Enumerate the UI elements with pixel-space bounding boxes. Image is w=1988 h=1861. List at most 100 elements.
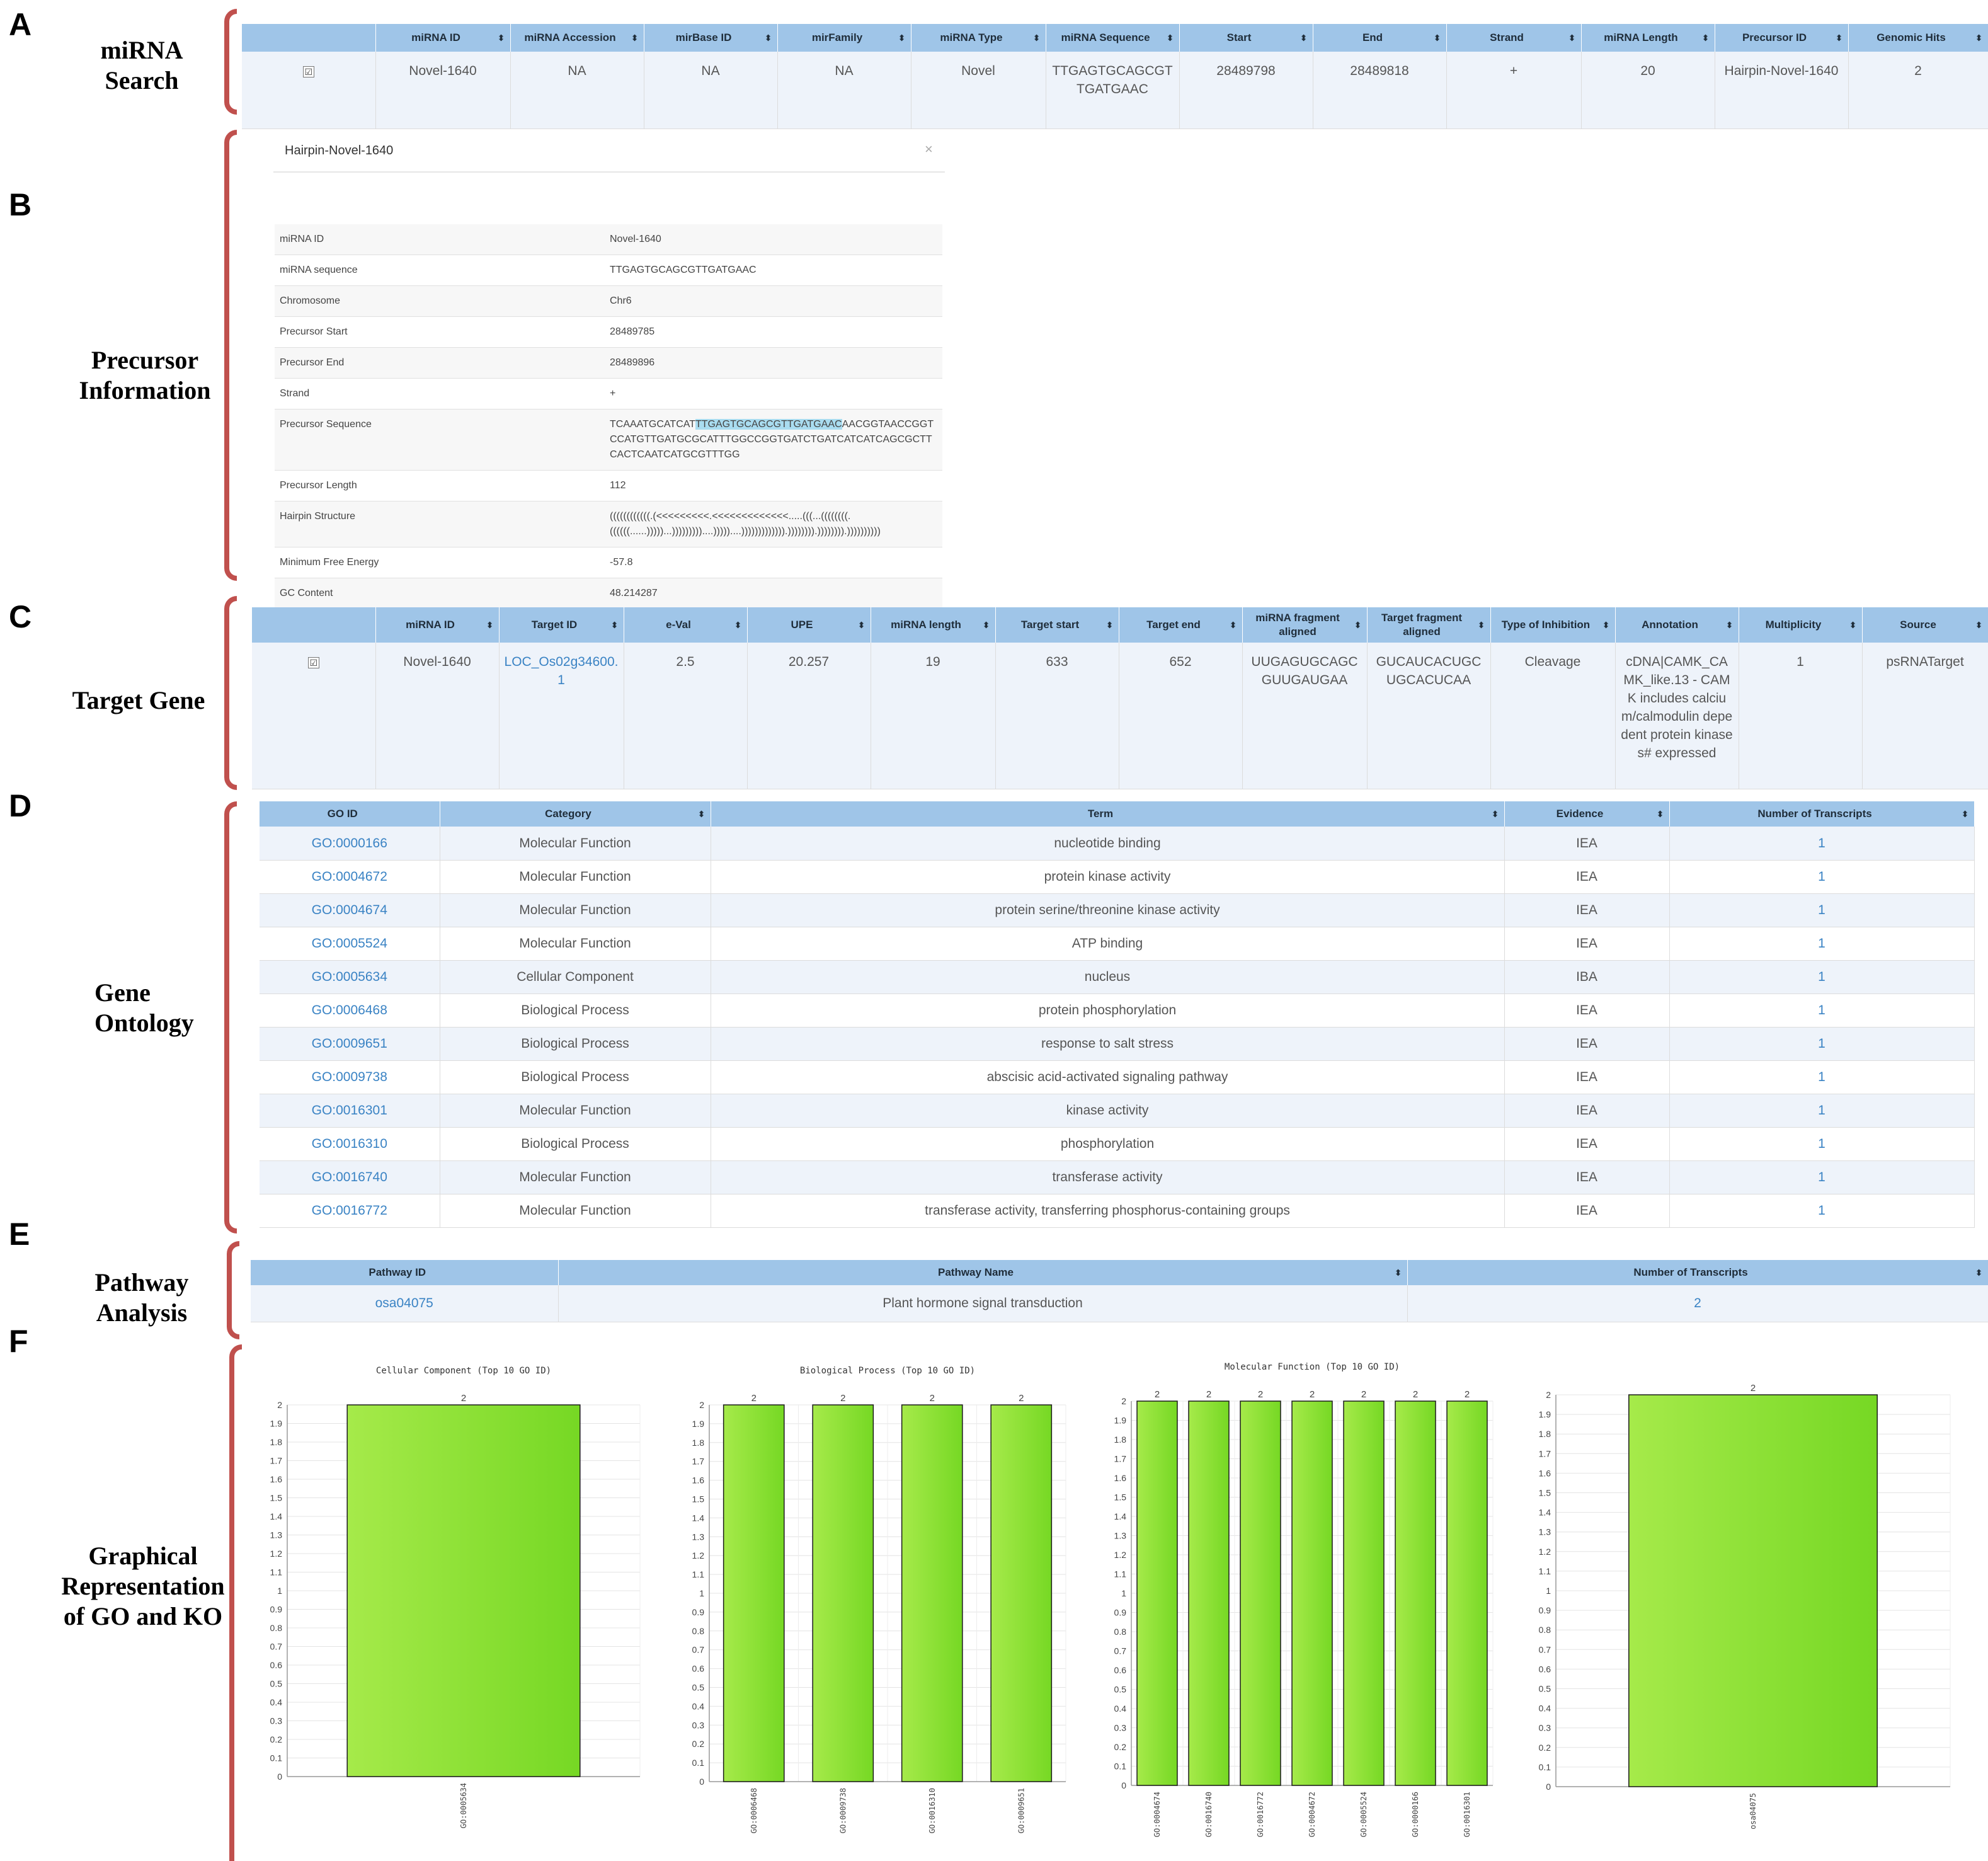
column-header-mirna-length[interactable]: miRNA Length ⬍ (1581, 24, 1715, 52)
table-cell-number-of-transcripts[interactable]: 1 (1669, 1094, 1975, 1128)
column-header-term[interactable]: Term ⬍ (711, 801, 1505, 827)
sort-icon[interactable]: ⬍ (1836, 31, 1843, 45)
sort-icon[interactable]: ⬍ (734, 618, 742, 632)
sort-icon[interactable]: ⬍ (1033, 31, 1041, 45)
column-header-mirna-id[interactable]: miRNA ID ⬍ (375, 24, 511, 52)
sort-icon[interactable]: ⬍ (1167, 31, 1174, 45)
sort-icon[interactable]: ⬍ (1300, 31, 1308, 45)
table-cell-select[interactable]: ☑ (252, 643, 376, 789)
column-header-precursor-id[interactable]: Precursor ID ⬍ (1715, 24, 1849, 52)
sort-icon[interactable]: ⬍ (698, 807, 706, 821)
table-cell-go-id[interactable]: GO:0006468 (260, 993, 440, 1028)
column-header-upe[interactable]: UPE ⬍ (747, 607, 871, 643)
sort-icon[interactable]: ⬍ (1106, 618, 1114, 632)
sort-icon[interactable]: ⬍ (1975, 618, 1983, 632)
column-header-pathway-id[interactable]: Pathway ID (251, 1260, 559, 1285)
sort-icon[interactable]: ⬍ (1568, 31, 1576, 45)
column-header-target-end[interactable]: Target end ⬍ (1119, 607, 1243, 643)
row-checkbox[interactable]: ☑ (307, 657, 319, 668)
table-cell-select[interactable]: ☑ (242, 52, 376, 129)
column-header-mirfamily[interactable]: mirFamily ⬍ (777, 24, 911, 52)
table-cell-number-of-transcripts[interactable]: 1 (1669, 893, 1975, 927)
section-label-mirna-search: miRNA Search (82, 35, 202, 96)
table-cell-go-id[interactable]: GO:0016301 (260, 1094, 440, 1128)
column-header-evidence[interactable]: Evidence ⬍ (1504, 801, 1670, 827)
sort-icon[interactable]: ⬍ (1395, 1266, 1402, 1280)
column-header-genomic-hits[interactable]: Genomic Hits ⬍ (1848, 24, 1988, 52)
sort-icon[interactable]: ⬍ (1849, 618, 1857, 632)
sort-icon[interactable]: ⬍ (1726, 618, 1734, 632)
sort-icon[interactable]: ⬍ (983, 618, 990, 632)
column-header-mirna-type[interactable]: miRNA Type ⬍ (911, 24, 1046, 52)
sort-icon[interactable]: ⬍ (1975, 1266, 1983, 1280)
table-cell-number-of-transcripts[interactable]: 1 (1669, 993, 1975, 1028)
sort-icon[interactable]: ⬍ (1962, 807, 1969, 821)
column-header-number-of-transcripts[interactable]: Number of Transcripts ⬍ (1669, 801, 1975, 827)
column-header-select[interactable] (242, 24, 376, 52)
table-cell-number-of-transcripts[interactable]: 2 (1407, 1285, 1988, 1322)
table-cell-number-of-transcripts[interactable]: 1 (1669, 1060, 1975, 1094)
table-cell-go-id[interactable]: GO:0005524 (260, 927, 440, 961)
sort-icon[interactable]: ⬍ (858, 618, 865, 632)
column-header-target-fragment-aligned[interactable]: Target fragment aligned ⬍ (1367, 607, 1491, 643)
column-header-annotation[interactable]: Annotation ⬍ (1615, 607, 1739, 643)
column-header-category[interactable]: Category ⬍ (440, 801, 711, 827)
sort-icon[interactable]: ⬍ (1657, 807, 1664, 821)
table-cell-source: psRNATarget (1862, 643, 1988, 789)
table-cell-number-of-transcripts[interactable]: 1 (1669, 1127, 1975, 1161)
sort-icon[interactable]: ⬍ (1354, 618, 1362, 632)
column-header-mirna-id[interactable]: miRNA ID ⬍ (375, 607, 500, 643)
table-cell-go-id[interactable]: GO:0005634 (260, 960, 440, 994)
column-header-number-of-transcripts[interactable]: Number of Transcripts ⬍ (1407, 1260, 1988, 1285)
table-cell-go-id[interactable]: GO:0016740 (260, 1160, 440, 1194)
column-header-mirna-fragment-aligned[interactable]: miRNA fragment aligned ⬍ (1242, 607, 1368, 643)
column-header-target-id[interactable]: Target ID ⬍ (499, 607, 624, 643)
column-header-go-id[interactable]: GO ID (260, 801, 440, 827)
table-cell-number-of-transcripts[interactable]: 1 (1669, 860, 1975, 894)
table-cell-go-id[interactable]: GO:0016772 (260, 1194, 440, 1228)
sort-icon[interactable]: ⬍ (1230, 618, 1237, 632)
close-icon[interactable]: × (925, 141, 933, 157)
row-checkbox[interactable]: ☑ (302, 66, 314, 77)
sort-icon[interactable]: ⬍ (1975, 31, 1983, 45)
table-cell-number-of-transcripts[interactable]: 1 (1669, 1194, 1975, 1228)
sort-icon[interactable]: ⬍ (631, 31, 639, 45)
table-cell-number-of-transcripts[interactable]: 1 (1669, 960, 1975, 994)
column-header-pathway-name[interactable]: Pathway Name ⬍ (558, 1260, 1408, 1285)
sort-icon[interactable]: ⬍ (1602, 618, 1610, 632)
column-header-mirbase-id[interactable]: mirBase ID ⬍ (644, 24, 778, 52)
column-header-mirna-length[interactable]: miRNA length ⬍ (871, 607, 996, 643)
column-header-e-val[interactable]: e-Val ⬍ (624, 607, 748, 643)
sort-icon[interactable]: ⬍ (1478, 618, 1485, 632)
sort-icon[interactable]: ⬍ (1702, 31, 1710, 45)
sort-icon[interactable]: ⬍ (486, 618, 494, 632)
table-cell-pathway-id[interactable]: osa04075 (251, 1285, 559, 1322)
table-cell-go-id[interactable]: GO:0016310 (260, 1127, 440, 1161)
column-header-mirna-accession[interactable]: miRNA Accession ⬍ (510, 24, 644, 52)
column-header-strand[interactable]: Strand ⬍ (1446, 24, 1582, 52)
column-header-target-start[interactable]: Target start ⬍ (995, 607, 1119, 643)
table-cell-number-of-transcripts[interactable]: 1 (1669, 927, 1975, 961)
table-cell-number-of-transcripts[interactable]: 1 (1669, 1160, 1975, 1194)
table-cell-go-id[interactable]: GO:0004672 (260, 860, 440, 894)
sort-icon[interactable]: ⬍ (611, 618, 619, 632)
sort-icon[interactable]: ⬍ (498, 31, 505, 45)
table-cell-target-id[interactable]: LOC_Os02g34600.1 (499, 643, 624, 789)
table-cell-go-id[interactable]: GO:0009651 (260, 1027, 440, 1061)
table-cell-go-id[interactable]: GO:0004674 (260, 893, 440, 927)
table-cell-number-of-transcripts[interactable]: 1 (1669, 1027, 1975, 1061)
sort-icon[interactable]: ⬍ (1434, 31, 1441, 45)
table-cell-go-id[interactable]: GO:0009738 (260, 1060, 440, 1094)
table-cell-number-of-transcripts[interactable]: 1 (1669, 827, 1975, 861)
column-header-multiplicity[interactable]: Multiplicity ⬍ (1739, 607, 1863, 643)
column-header-select[interactable] (252, 607, 376, 643)
table-cell-go-id[interactable]: GO:0000166 (260, 827, 440, 861)
column-header-mirna-sequence[interactable]: miRNA Sequence ⬍ (1046, 24, 1180, 52)
sort-icon[interactable]: ⬍ (1492, 807, 1499, 821)
sort-icon[interactable]: ⬍ (898, 31, 906, 45)
column-header-source[interactable]: Source ⬍ (1862, 607, 1988, 643)
column-header-start[interactable]: Start ⬍ (1179, 24, 1313, 52)
column-header-end[interactable]: End ⬍ (1313, 24, 1447, 52)
sort-icon[interactable]: ⬍ (765, 31, 772, 45)
column-header-type-of-inhibition[interactable]: Type of Inhibition ⬍ (1490, 607, 1616, 643)
